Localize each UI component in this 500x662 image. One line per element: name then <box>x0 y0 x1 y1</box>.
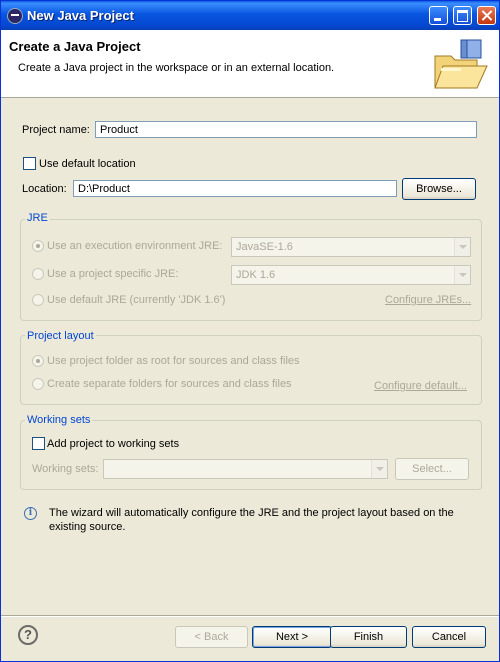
jre-specific-label: Use a project specific JRE: <box>47 268 179 280</box>
jre-env-radio[interactable] <box>32 240 44 252</box>
footer-separator <box>1 615 499 617</box>
next-button[interactable]: Next > <box>252 626 332 648</box>
configure-jres-link[interactable]: Configure JREs... <box>385 294 471 306</box>
working-sets-group-title: Working sets <box>25 414 93 426</box>
jre-default-radio[interactable] <box>32 294 44 306</box>
jre-env-value: JavaSE-1.6 <box>236 241 293 253</box>
info-message: The wizard will automatically configure … <box>49 507 454 533</box>
chevron-down-icon <box>454 266 470 284</box>
page-title: Create a Java Project <box>9 39 141 54</box>
jre-env-select[interactable]: JavaSE-1.6 <box>231 237 471 257</box>
back-button[interactable]: < Back <box>175 626 248 648</box>
minimize-icon[interactable] <box>429 6 448 25</box>
page-description: Create a Java project in the workspace o… <box>18 62 335 74</box>
cancel-button[interactable]: Cancel <box>412 626 486 648</box>
chevron-down-icon <box>371 460 387 478</box>
configure-default-link[interactable]: Configure default... <box>374 380 467 392</box>
chevron-down-icon <box>454 238 470 256</box>
folder-wizard-icon <box>434 39 488 89</box>
add-to-working-sets-label: Add project to working sets <box>47 438 180 450</box>
jre-default-label: Use default JRE (currently 'JDK 1.6') <box>47 294 226 306</box>
use-default-location-checkbox[interactable] <box>23 157 36 170</box>
layout-separate-label: Create separate folders for sources and … <box>47 378 292 390</box>
add-to-working-sets-checkbox[interactable] <box>32 437 45 450</box>
help-icon[interactable]: ? <box>18 625 38 645</box>
info-icon: i <box>24 507 37 520</box>
select-working-sets-button[interactable]: Select... <box>395 458 469 480</box>
java-icon <box>7 8 23 24</box>
use-default-location-label: Use default location <box>39 158 136 170</box>
jre-specific-value: JDK 1.6 <box>236 269 276 281</box>
jre-env-label: Use an execution environment JRE: <box>47 240 223 252</box>
layout-same-label: Use project folder as root for sources a… <box>47 355 300 367</box>
layout-same-radio[interactable] <box>32 355 44 367</box>
wizard-window: New Java Project Create a Java Project C… <box>0 0 500 662</box>
project-layout-group <box>20 335 482 405</box>
maximize-icon[interactable] <box>453 6 472 25</box>
location-label: Location: <box>22 183 67 195</box>
working-sets-label: Working sets: <box>32 463 99 475</box>
jre-group-title: JRE <box>25 212 50 224</box>
window-title: New Java Project <box>27 8 134 23</box>
finish-button[interactable]: Finish <box>330 626 407 648</box>
title-bar[interactable]: New Java Project <box>1 1 499 30</box>
close-icon[interactable] <box>477 6 496 25</box>
working-sets-select[interactable] <box>103 459 388 479</box>
layout-separate-radio[interactable] <box>32 378 44 390</box>
project-layout-group-title: Project layout <box>25 330 96 342</box>
jre-specific-radio[interactable] <box>32 268 44 280</box>
wizard-header: Create a Java Project Create a Java proj… <box>1 30 499 98</box>
browse-button[interactable]: Browse... <box>402 178 476 200</box>
jre-specific-select[interactable]: JDK 1.6 <box>231 265 471 285</box>
project-name-input[interactable] <box>95 121 477 138</box>
project-name-label: Project name: <box>22 124 90 136</box>
location-input[interactable] <box>73 180 397 197</box>
